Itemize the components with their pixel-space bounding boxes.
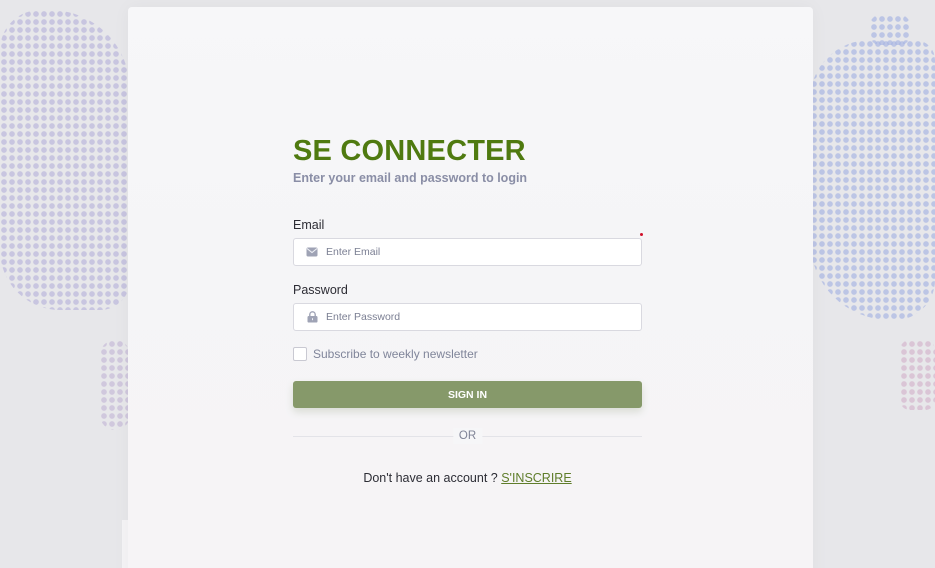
signup-prompt: Don't have an account ? bbox=[363, 471, 502, 485]
page-title: SE CONNECTER bbox=[293, 135, 526, 167]
page-subtitle: Enter your email and password to login bbox=[293, 171, 528, 185]
email-label: Email bbox=[293, 218, 325, 232]
login-form: SE CONNECTER Enter your email and passwo… bbox=[293, 134, 643, 485]
signup-link[interactable]: S'INSCRIRE bbox=[501, 471, 571, 485]
map-dots-decoration bbox=[870, 15, 910, 45]
password-field-wrapper bbox=[293, 303, 642, 331]
newsletter-label[interactable]: Subscribe to weekly newsletter bbox=[313, 347, 478, 361]
required-indicator bbox=[640, 233, 643, 236]
map-dots-decoration bbox=[900, 340, 935, 410]
or-label: OR bbox=[452, 428, 483, 444]
email-input[interactable] bbox=[324, 245, 628, 259]
map-dots-decoration bbox=[100, 340, 130, 430]
password-input[interactable] bbox=[324, 310, 628, 324]
map-dots-decoration bbox=[810, 40, 935, 320]
newsletter-row: Subscribe to weekly newsletter bbox=[293, 347, 642, 361]
signup-row: Don't have an account ? S'INSCRIRE bbox=[293, 471, 642, 485]
sign-in-button[interactable]: SIGN IN bbox=[293, 381, 642, 408]
lock-icon bbox=[306, 311, 318, 323]
newsletter-checkbox[interactable] bbox=[293, 347, 307, 361]
email-field-wrapper bbox=[293, 233, 643, 266]
password-label: Password bbox=[293, 283, 348, 297]
or-divider: OR bbox=[293, 428, 642, 444]
map-dots-decoration bbox=[0, 10, 130, 310]
envelope-icon bbox=[306, 246, 318, 258]
